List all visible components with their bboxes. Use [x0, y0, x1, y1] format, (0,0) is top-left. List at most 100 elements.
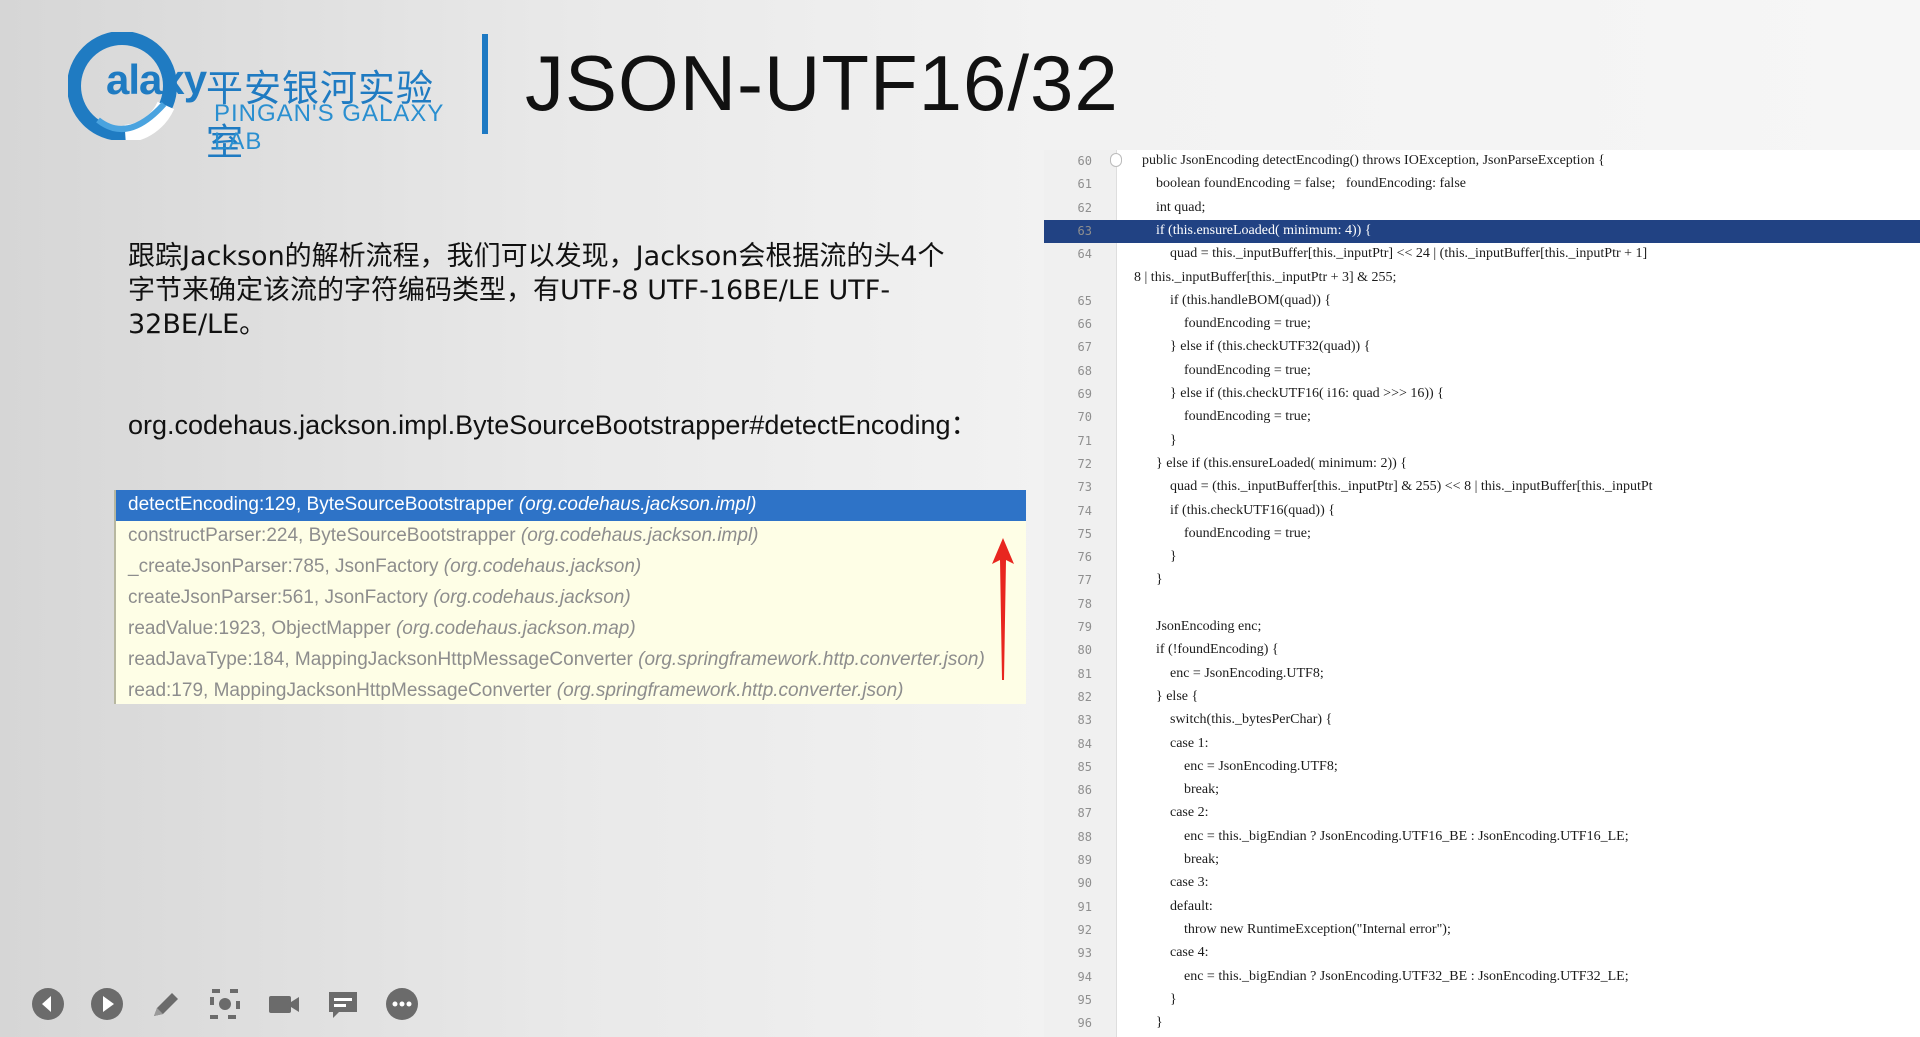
code-line: 86 break; [1044, 779, 1920, 802]
code-line: 91 default: [1044, 896, 1920, 919]
line-number: 92 [1077, 922, 1092, 937]
code-text: enc = this._bigEndian ? JsonEncoding.UTF… [1128, 828, 1629, 844]
slide: alaxy 平安银河实验室 PINGAN'S GALAXY LAB JSON-U… [0, 0, 1920, 1037]
line-number: 70 [1077, 410, 1092, 425]
line-number: 83 [1077, 713, 1092, 728]
stack-frame-method: createJsonParser:561, JsonFactory [128, 587, 434, 608]
code-line: 85 enc = JsonEncoding.UTF8; [1044, 756, 1920, 779]
line-number: 95 [1077, 992, 1092, 1007]
stack-frame-method: read:179, MappingJacksonHttpMessageConve… [128, 680, 557, 701]
call-stack-panel: detectEncoding:129, ByteSourceBootstrapp… [114, 490, 1026, 704]
code-line: 65 if (this.handleBOM(quad)) { [1044, 290, 1920, 313]
code-line: 66 foundEncoding = true; [1044, 313, 1920, 336]
focus-icon[interactable] [207, 986, 243, 1022]
code-line: 69 } else if (this.checkUTF16( i16: quad… [1044, 383, 1920, 406]
code-text: } else if (this.checkUTF16( i16: quad >>… [1128, 386, 1444, 401]
code-text: switch(this._bytesPerChar) { [1128, 712, 1333, 728]
more-icon[interactable] [384, 986, 420, 1022]
line-number: 63 [1077, 223, 1092, 238]
stack-frame[interactable]: readJavaType:184, MappingJacksonHttpMess… [116, 645, 1026, 676]
line-number: 61 [1077, 177, 1092, 192]
stack-frame-package: (org.codehaus.jackson.map) [395, 618, 636, 639]
play-icon[interactable] [89, 986, 125, 1022]
line-number: 76 [1077, 550, 1092, 565]
code-line: 77 } [1044, 569, 1920, 592]
code-text: } [1128, 432, 1177, 448]
code-line: 83 switch(this._bytesPerChar) { [1044, 709, 1920, 732]
method-classpath: org.codehaus.jackson.impl.ByteSourceBoot… [128, 410, 978, 440]
code-text: } [1128, 991, 1177, 1007]
line-number: 96 [1077, 1016, 1092, 1031]
code-line: 67 } else if (this.checkUTF32(quad)) { [1044, 336, 1920, 359]
line-number: 67 [1077, 340, 1092, 355]
code-text: if (this.checkUTF16(quad)) { [1128, 502, 1335, 518]
code-line: 80 if (!foundEncoding) { [1044, 639, 1920, 662]
camera-icon[interactable] [266, 986, 302, 1022]
pen-icon[interactable] [148, 986, 184, 1022]
comment-icon[interactable] [325, 986, 361, 1022]
code-text: int quad; [1128, 199, 1206, 215]
stack-frame[interactable]: detectEncoding:129, ByteSourceBootstrapp… [116, 490, 1026, 521]
code-line: 61 boolean foundEncoding = false; foundE… [1044, 173, 1920, 196]
line-number: 75 [1077, 526, 1092, 541]
code-line: 96 } [1044, 1012, 1920, 1035]
code-line: 73 quad = (this._inputBuffer[this._input… [1044, 476, 1920, 499]
up-arrow-icon [992, 538, 1014, 680]
code-text: foundEncoding = true; [1128, 409, 1311, 425]
code-text: } [1128, 1015, 1163, 1031]
code-line: 68 foundEncoding = true; [1044, 360, 1920, 383]
line-number: 69 [1077, 387, 1092, 401]
line-number: 93 [1077, 946, 1092, 961]
code-line: 95 } [1044, 989, 1920, 1012]
code-line: 90 case 3: [1044, 872, 1920, 895]
code-line: 82 } else { [1044, 686, 1920, 709]
line-number: 72 [1077, 456, 1092, 471]
code-line: 79 JsonEncoding enc; [1044, 616, 1920, 639]
code-text: 8 | this._inputBuffer[this._inputPtr + 3… [1134, 269, 1397, 285]
code-text: } [1128, 572, 1163, 588]
stack-frame[interactable]: createJsonParser:561, JsonFactory (org.c… [116, 583, 1026, 614]
stack-frame[interactable]: _createJsonParser:785, JsonFactory (org.… [116, 552, 1026, 583]
line-number: 68 [1077, 363, 1092, 378]
logo-english-name: PINGAN'S GALAXY LAB [214, 100, 444, 155]
code-text: } else if (this.ensureLoaded( minimum: 2… [1128, 455, 1407, 471]
code-text: enc = JsonEncoding.UTF8; [1128, 665, 1324, 681]
code-text: foundEncoding = true; [1128, 525, 1311, 541]
code-line: 75 foundEncoding = true; [1044, 523, 1920, 546]
line-number: 78 [1077, 596, 1092, 611]
code-text: JsonEncoding enc; [1128, 619, 1262, 634]
stack-frame-package: (org.codehaus.jackson) [443, 556, 642, 577]
code-line: 84 case 1: [1044, 733, 1920, 756]
line-number: 86 [1077, 783, 1092, 798]
code-text: break; [1128, 852, 1219, 867]
code-line: 63 if (this.ensureLoaded( minimum: 4)) { [1044, 219, 1920, 243]
previous-icon[interactable] [30, 986, 66, 1022]
line-number: 84 [1077, 736, 1092, 751]
line-number: 64 [1077, 247, 1092, 262]
logo-wordmark: alaxy [106, 56, 207, 103]
stack-frame-package: (org.springframework.http.converter.json… [556, 680, 904, 701]
code-line: 8 | this._inputBuffer[this._inputPtr + 3… [1044, 267, 1920, 290]
code-line: 64 quad = this._inputBuffer[this._inputP… [1044, 243, 1920, 266]
code-line: 70 foundEncoding = true; [1044, 406, 1920, 429]
line-number: 65 [1077, 293, 1092, 308]
stack-frame-package: (org.springframework.http.converter.json… [638, 649, 985, 670]
title-divider [482, 34, 488, 134]
code-text: if (this.ensureLoaded( minimum: 4)) { [1128, 222, 1372, 238]
code-text: enc = JsonEncoding.UTF8; [1128, 758, 1338, 774]
code-text: if (!foundEncoding) { [1128, 642, 1279, 658]
line-number: 80 [1077, 643, 1092, 658]
stack-frame-method: constructParser:224, ByteSourceBootstrap… [128, 525, 521, 546]
stack-frame[interactable]: constructParser:224, ByteSourceBootstrap… [116, 521, 1026, 552]
code-text: case 1: [1128, 735, 1209, 751]
code-text: } else { [1128, 688, 1199, 704]
line-number: 91 [1077, 899, 1092, 914]
line-number: 79 [1077, 620, 1092, 634]
code-line: 89 break; [1044, 849, 1920, 872]
stack-frame-package: (org.codehaus.jackson.impl) [520, 525, 759, 546]
stack-frame[interactable]: readValue:1923, ObjectMapper (org.codeha… [116, 614, 1026, 645]
code-text: if (this.handleBOM(quad)) { [1128, 292, 1332, 308]
code-text: enc = this._bigEndian ? JsonEncoding.UTF… [1128, 968, 1629, 984]
stack-frame[interactable]: read:179, MappingJacksonHttpMessageConve… [116, 676, 1026, 707]
line-number: 82 [1077, 689, 1092, 704]
